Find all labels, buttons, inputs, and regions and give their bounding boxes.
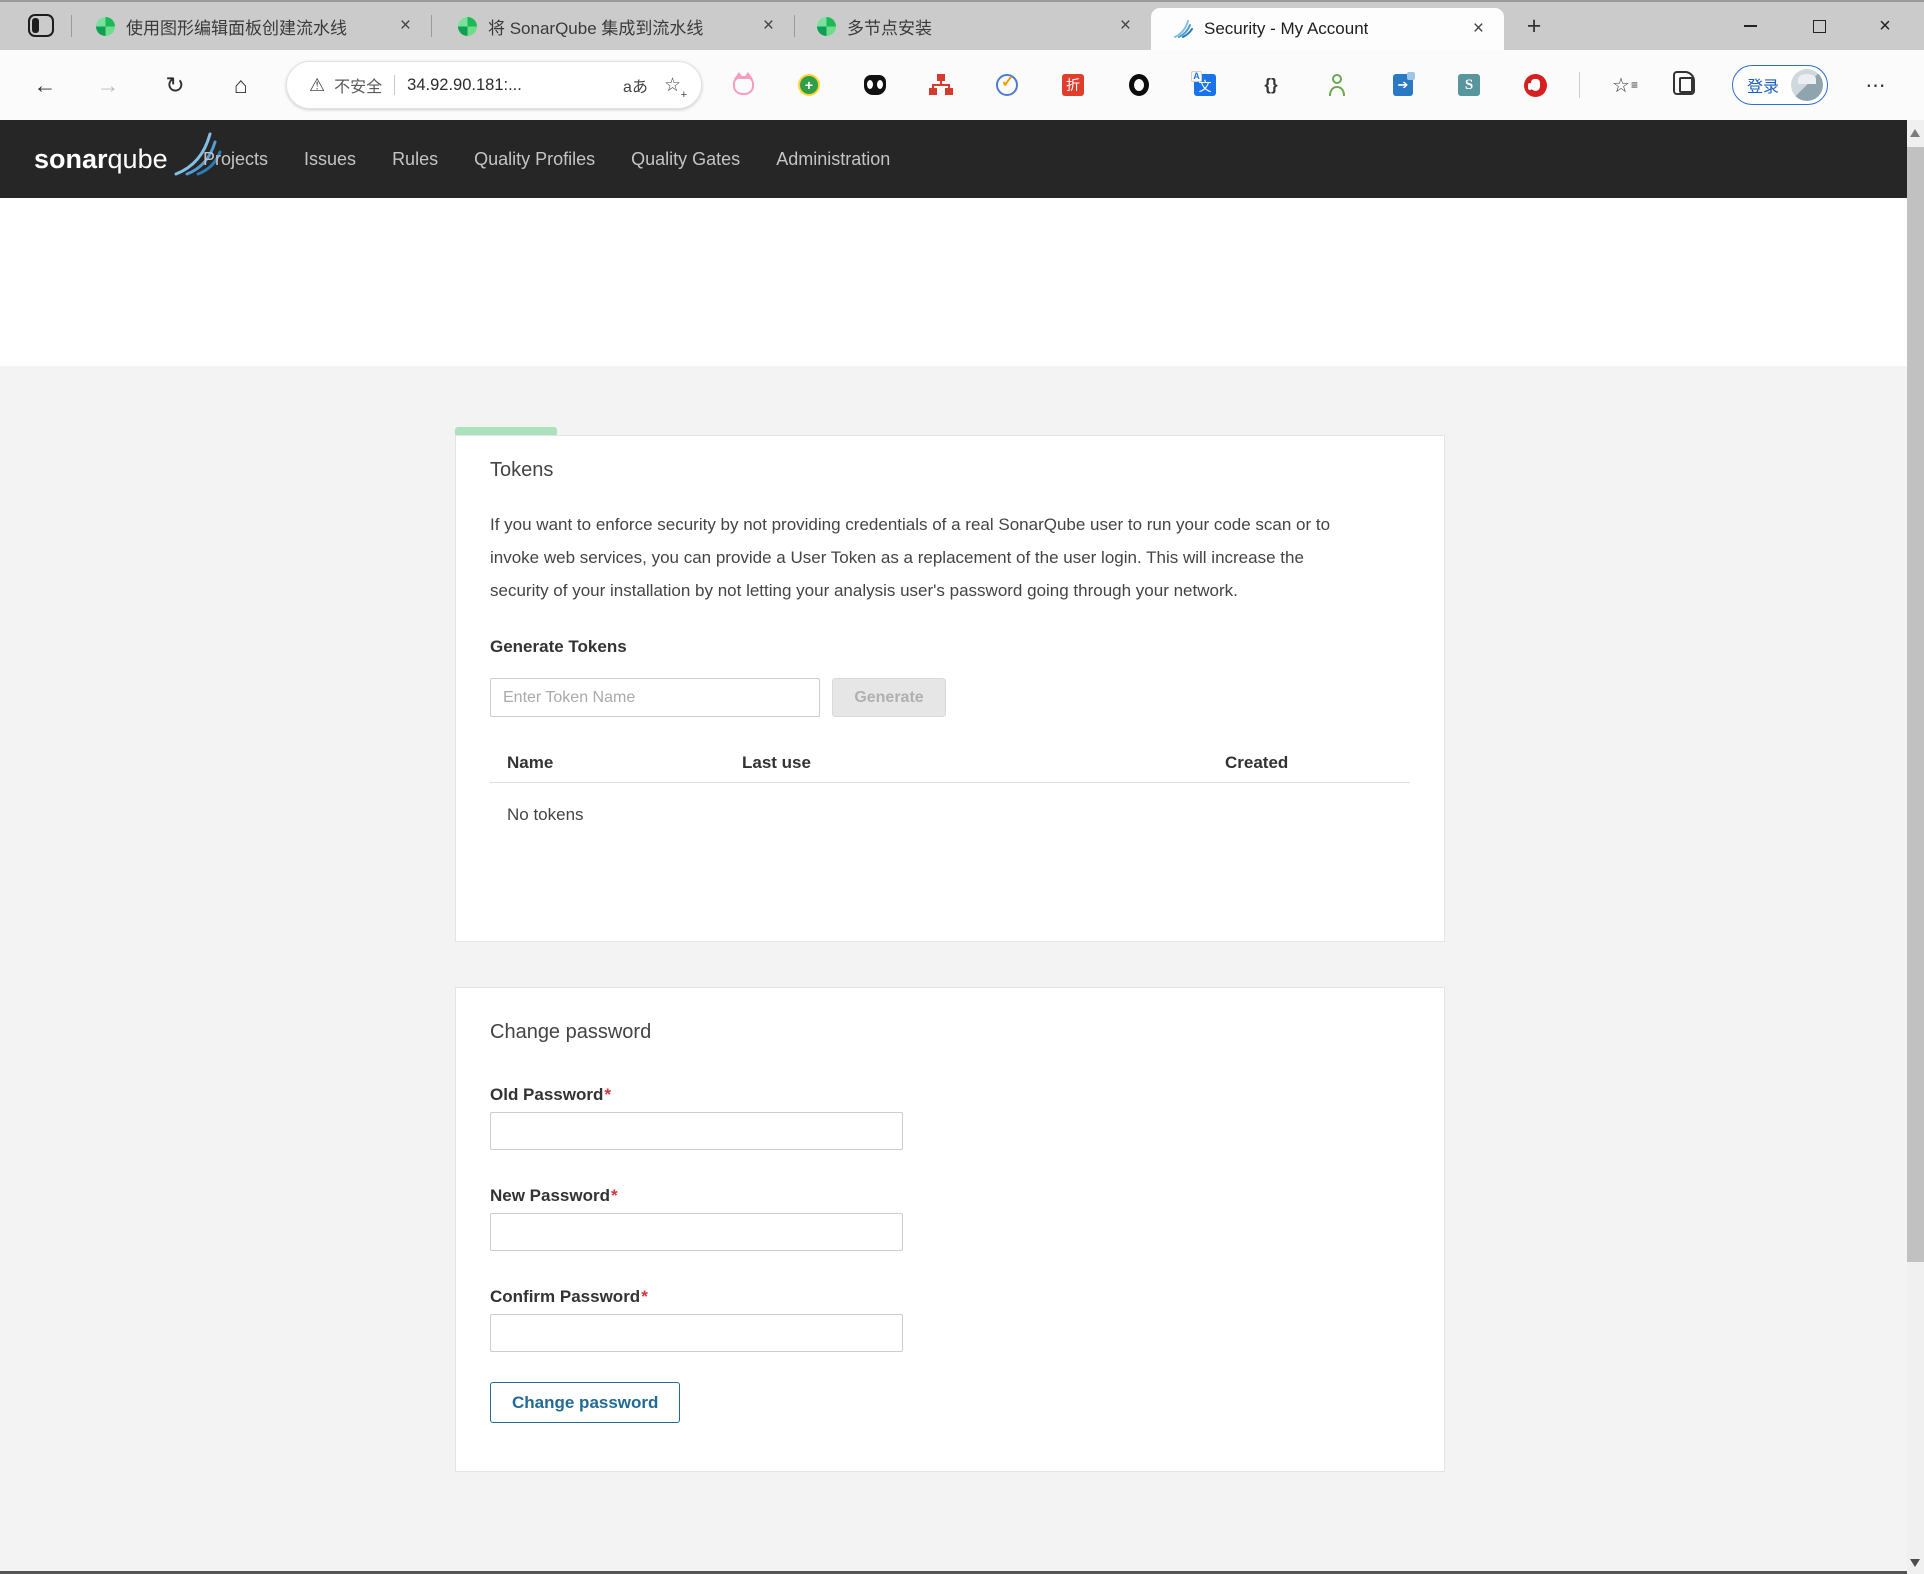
window-minimize-button[interactable] <box>1727 2 1773 50</box>
change-password-button[interactable]: Change password <box>490 1382 680 1423</box>
nav-projects[interactable]: Projects <box>203 149 268 170</box>
confirm-password-label: Confirm Password* <box>490 1287 1410 1307</box>
tokens-card: Tokens If you want to enforce security b… <box>455 435 1445 942</box>
scrollbar-thumb[interactable] <box>1907 147 1924 1262</box>
required-asterisk: * <box>641 1287 648 1306</box>
forward-button[interactable]: → <box>90 68 126 102</box>
tab-close-icon[interactable]: × <box>1120 15 1131 37</box>
browser-window: 使用图形编辑面板创建流水线 × 将 SonarQube 集成到流水线 × 多节点… <box>0 0 1924 1574</box>
new-tab-button[interactable]: + <box>1518 10 1550 42</box>
tokens-description: If you want to enforce security by not p… <box>490 508 1362 607</box>
toolbar-divider <box>1579 72 1580 98</box>
tokens-table-header: Name Last use Created <box>490 753 1410 783</box>
column-name: Name <box>507 753 553 773</box>
url-text[interactable]: 34.92.90.181:... <box>407 76 522 95</box>
stop-hand-extension-icon[interactable] <box>1502 68 1568 102</box>
scroll-up-arrow-icon[interactable] <box>1910 129 1920 137</box>
change-password-card: Change password Old Password* New Passwo… <box>455 987 1445 1472</box>
discount-extension-icon[interactable]: 折 <box>1040 68 1106 102</box>
not-secure-label[interactable]: 不安全 <box>334 73 382 97</box>
required-asterisk: * <box>611 1186 618 1205</box>
tab-title: 将 SonarQube 集成到流水线 <box>488 14 703 39</box>
token-name-input[interactable] <box>490 678 820 717</box>
sonarqube-navbar: sonarqube Projects Issues Rules Quality … <box>0 120 1924 198</box>
nav-administration[interactable]: Administration <box>776 149 890 170</box>
main-nav: Projects Issues Rules Quality Profiles Q… <box>203 120 890 198</box>
letter-s-extension-icon[interactable]: S <box>1436 68 1502 102</box>
tab-close-icon[interactable]: × <box>1473 18 1484 40</box>
nav-rules[interactable]: Rules <box>392 149 438 170</box>
browser-menu-icon[interactable]: ⋯ <box>1858 68 1894 102</box>
translate-icon[interactable]: aあ <box>623 73 648 97</box>
tab-title: Security - My Account <box>1204 19 1368 39</box>
extensions-row: + 折 文A {} ➔ S <box>710 68 1568 102</box>
address-bar[interactable]: ⚠ 不安全 34.92.90.181:... aあ ☆ <box>286 61 702 109</box>
no-tokens-message: No tokens <box>490 783 1410 825</box>
nav-quality-gates[interactable]: Quality Gates <box>631 149 740 170</box>
todo-check-extension-icon[interactable] <box>974 68 1040 102</box>
page-scrollbar[interactable] <box>1907 120 1924 1574</box>
not-secure-warning-icon: ⚠ <box>309 75 325 96</box>
browser-tab-2[interactable]: 将 SonarQube 集成到流水线 × <box>431 2 794 50</box>
logo-text-light: qube <box>108 144 168 175</box>
browser-tab-active[interactable]: Security - My Account × <box>1151 8 1504 50</box>
collections-icon[interactable] <box>1673 71 1695 95</box>
translate-extension-icon[interactable]: 文A <box>1172 68 1238 102</box>
huawei-cloud-favicon-icon <box>458 17 477 36</box>
column-created: Created <box>1225 753 1288 773</box>
confirm-password-input[interactable] <box>490 1314 903 1352</box>
old-password-label: Old Password* <box>490 1085 1410 1105</box>
column-last-use: Last use <box>742 753 811 773</box>
address-divider <box>394 75 395 95</box>
tab-workspaces-icon[interactable] <box>28 14 54 37</box>
generate-tokens-heading: Generate Tokens <box>490 637 1410 657</box>
nav-quality-profiles[interactable]: Quality Profiles <box>474 149 595 170</box>
home-button[interactable]: ⌂ <box>223 68 259 102</box>
change-password-title: Change password <box>490 1021 1410 1044</box>
cat-extension-icon[interactable] <box>710 68 776 102</box>
tab-close-icon[interactable]: × <box>400 15 411 37</box>
github-extension-icon[interactable] <box>842 68 908 102</box>
browser-tab-3[interactable]: 多节点安装 × <box>794 2 1151 50</box>
tab-title: 使用图形编辑面板创建流水线 <box>126 14 347 39</box>
sonarqube-favicon-icon <box>1173 19 1193 39</box>
refresh-button[interactable]: ↻ <box>157 68 193 102</box>
old-password-input[interactable] <box>490 1112 903 1150</box>
tab-close-icon[interactable]: × <box>763 15 774 37</box>
braces-extension-icon[interactable]: {} <box>1238 68 1304 102</box>
login-button[interactable]: 登录 <box>1732 65 1828 105</box>
sonarqube-logo[interactable]: sonarqube <box>34 120 222 198</box>
login-label: 登录 <box>1747 73 1779 97</box>
browser-toolbar: ← → ↻ ⌂ ⚠ 不安全 34.92.90.181:... aあ ☆ + <box>0 50 1924 120</box>
black-ring-extension-icon[interactable] <box>1106 68 1172 102</box>
tab-title: 多节点安装 <box>847 14 932 39</box>
window-close-button[interactable]: × <box>1862 2 1908 50</box>
scroll-down-arrow-icon[interactable] <box>1910 1559 1920 1567</box>
new-password-input[interactable] <box>490 1213 903 1251</box>
share-doc-extension-icon[interactable]: ➔ <box>1370 68 1436 102</box>
tokens-table: Name Last use Created No tokens <box>490 753 1410 825</box>
browser-tab-1[interactable]: 使用图形编辑面板创建流水线 × <box>71 2 431 50</box>
generate-button[interactable]: Generate <box>832 678 946 717</box>
huawei-cloud-favicon-icon <box>96 17 115 36</box>
huawei-cloud-favicon-icon <box>817 17 836 36</box>
account-header: A Administrator Profile Security Notific… <box>0 198 1924 366</box>
profile-photo-avatar <box>1791 69 1823 101</box>
change-password-form: Old Password* New Password* Confirm Pass… <box>490 1085 1410 1423</box>
favorites-hub-icon[interactable]: ☆ <box>1607 68 1643 102</box>
nav-issues[interactable]: Issues <box>304 149 356 170</box>
logo-text-bold: sonar <box>34 144 108 175</box>
new-password-label: New Password* <box>490 1186 1410 1206</box>
window-maximize-button[interactable] <box>1796 2 1842 50</box>
person-extension-icon[interactable] <box>1304 68 1370 102</box>
browser-tab-bar: 使用图形编辑面板创建流水线 × 将 SonarQube 集成到流水线 × 多节点… <box>0 2 1924 50</box>
add-favorite-star-icon[interactable]: ☆ <box>664 74 681 97</box>
health-plus-extension-icon[interactable]: + <box>776 68 842 102</box>
required-asterisk: * <box>604 1085 611 1104</box>
tokens-title: Tokens <box>490 459 1410 482</box>
back-button[interactable]: ← <box>27 68 63 102</box>
sitemap-extension-icon[interactable] <box>908 68 974 102</box>
